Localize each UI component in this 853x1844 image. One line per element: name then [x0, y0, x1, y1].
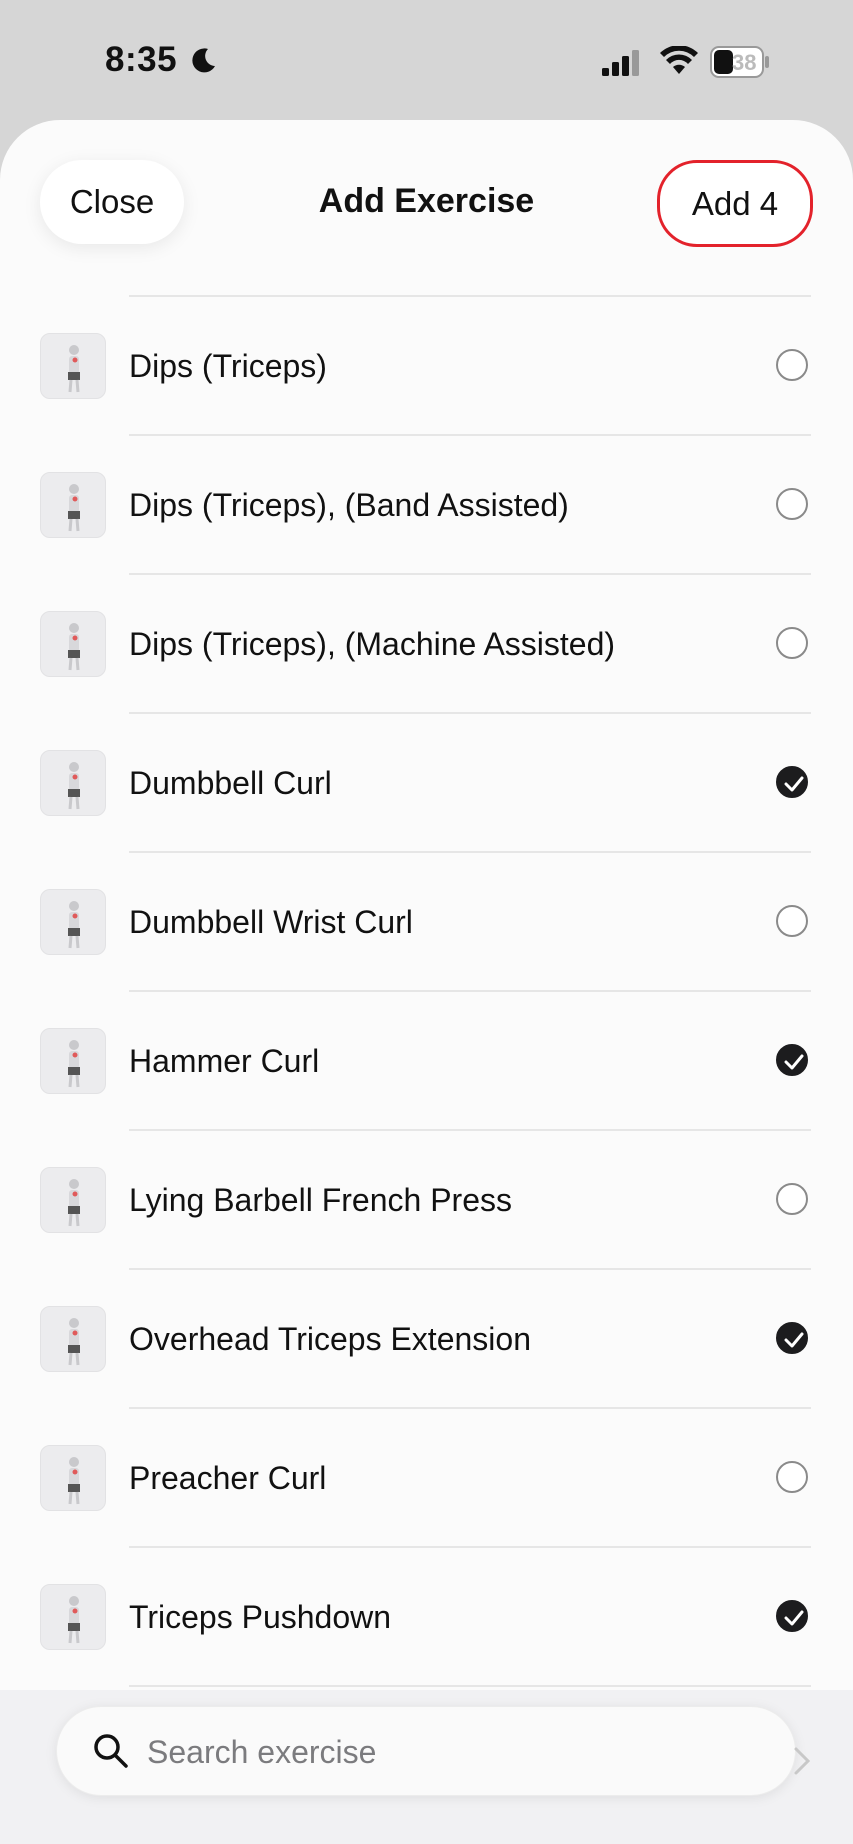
add-selected-button[interactable]: Add 4 [657, 160, 813, 247]
exercise-name: Dips (Triceps), (Band Assisted) [129, 487, 569, 523]
exercise-row[interactable]: Dumbbell Curl [0, 714, 853, 853]
checkmark-icon [784, 1054, 804, 1070]
battery-level: 38 [732, 50, 757, 75]
checkmark-icon [784, 1610, 804, 1626]
exercise-name: Lying Barbell French Press [129, 1182, 512, 1218]
battery-indicator: 38 [710, 46, 770, 83]
search-icon [94, 1734, 128, 1768]
sheet-header: Close Add Exercise Add 4 [0, 120, 853, 295]
exercise-thumbnail [40, 1306, 106, 1372]
exercise-name: Dumbbell Wrist Curl [129, 904, 413, 940]
moon-icon [192, 48, 215, 73]
unchecked-checkbox[interactable] [776, 488, 808, 520]
exercise-row[interactable]: Dumbbell Wrist Curl [0, 853, 853, 992]
exercise-thumbnail [40, 333, 106, 399]
checked-checkbox[interactable] [776, 1322, 808, 1354]
exercise-name: Hammer Curl [129, 1043, 320, 1079]
exercise-row[interactable]: Dips (Triceps), (Machine Assisted) [0, 575, 853, 714]
exercise-row[interactable]: Triceps Pushdown [0, 1548, 853, 1687]
checked-checkbox[interactable] [776, 1044, 808, 1076]
checkmark-icon [784, 776, 804, 792]
unchecked-checkbox[interactable] [776, 627, 808, 659]
exercise-row[interactable]: Dips (Triceps), (Band Assisted) [0, 436, 853, 575]
exercise-thumbnail [40, 1028, 106, 1094]
unchecked-checkbox[interactable] [776, 349, 808, 381]
checked-checkbox[interactable] [776, 766, 808, 798]
chevron-right-icon[interactable] [792, 1746, 812, 1776]
unchecked-checkbox[interactable] [776, 905, 808, 937]
exercise-name: Triceps Pushdown [129, 1599, 392, 1635]
exercise-name: Dips (Triceps) [129, 348, 327, 384]
search-field[interactable] [56, 1706, 796, 1796]
exercise-name: Dips (Triceps), (Machine Assisted) [129, 626, 616, 662]
exercise-row[interactable]: Overhead Triceps Extension [0, 1270, 853, 1409]
unchecked-checkbox[interactable] [776, 1183, 808, 1215]
status-bar: 8:35 38 [0, 0, 853, 120]
exercise-thumbnail [40, 611, 106, 677]
row-divider [129, 1685, 811, 1687]
checked-checkbox[interactable] [776, 1600, 808, 1632]
unchecked-checkbox[interactable] [776, 1461, 808, 1493]
search-input[interactable] [145, 1725, 749, 1779]
checkmark-icon [784, 1332, 804, 1348]
exercise-row[interactable]: Preacher Curl [0, 1409, 853, 1548]
add-exercise-sheet: Close Add Exercise Add 4 Dips (Triceps) D… [0, 120, 853, 1844]
exercise-thumbnail [40, 1445, 106, 1511]
exercise-thumbnail [40, 889, 106, 955]
exercise-name: Overhead Triceps Extension [129, 1321, 531, 1357]
exercise-row[interactable]: Hammer Curl [0, 992, 853, 1131]
cellular-signal-icon [602, 50, 639, 76]
exercise-thumbnail [40, 1584, 106, 1650]
wifi-icon [660, 46, 698, 74]
exercise-row[interactable]: Dips (Triceps) [0, 297, 853, 436]
exercise-thumbnail [40, 750, 106, 816]
exercise-name: Dumbbell Curl [129, 765, 332, 801]
exercise-row[interactable]: Lying Barbell French Press [0, 1131, 853, 1270]
exercise-thumbnail [40, 1167, 106, 1233]
status-time: 8:35 [105, 40, 178, 79]
exercise-name: Preacher Curl [129, 1460, 327, 1496]
exercise-thumbnail [40, 472, 106, 538]
